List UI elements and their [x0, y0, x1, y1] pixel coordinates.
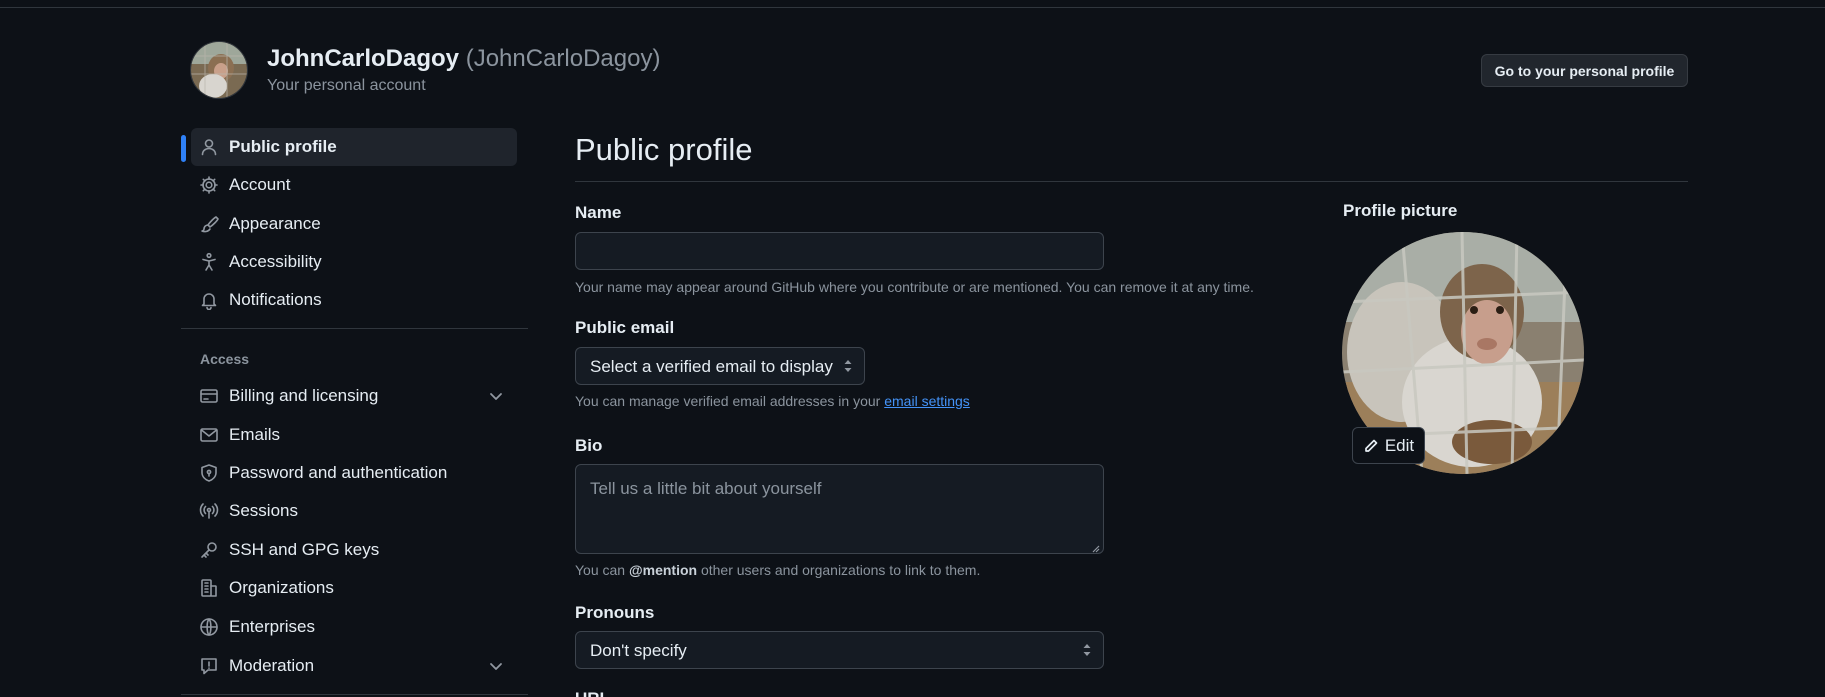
- bio-note-prefix: You can: [575, 562, 626, 578]
- avatar[interactable]: [190, 41, 248, 99]
- bio-note: You can @mention other users and organiz…: [575, 562, 980, 578]
- person-icon: [199, 137, 219, 157]
- credit-card-icon: [199, 386, 219, 406]
- bell-icon: [199, 290, 219, 310]
- sidebar-item-label: Accessibility: [229, 252, 322, 271]
- public-email-selected-value: Select a verified email to display: [590, 357, 833, 376]
- sidebar-divider: [181, 328, 528, 329]
- pencil-icon: [1364, 439, 1378, 452]
- chevron-down-icon[interactable]: [487, 387, 505, 405]
- bio-note-mention: @mention: [628, 562, 698, 578]
- pronouns-select[interactable]: Don't specify: [575, 631, 1104, 669]
- sidebar-divider: [181, 694, 528, 695]
- select-arrows-icon: [1081, 641, 1093, 659]
- url-label-partial: URL: [575, 689, 610, 697]
- report-icon: [199, 656, 219, 676]
- public-email-note: You can manage verified email addresses …: [575, 393, 970, 409]
- sidebar-item-label: Sessions: [229, 501, 298, 520]
- select-arrows-icon: [842, 357, 854, 375]
- sidebar-item-sessions[interactable]: Sessions: [191, 492, 517, 530]
- email-settings-link[interactable]: email settings: [884, 393, 970, 409]
- paintbrush-icon: [199, 214, 219, 234]
- public-email-select[interactable]: Select a verified email to display: [575, 347, 865, 385]
- pronouns-selected-value: Don't specify: [590, 641, 687, 660]
- sidebar-item-ssh-gpg-keys[interactable]: SSH and GPG keys: [191, 531, 517, 569]
- resize-grip-icon[interactable]: [1090, 540, 1100, 553]
- accessibility-icon: [199, 252, 219, 272]
- sidebar-item-label: Notifications: [229, 290, 322, 309]
- edit-profile-picture-button[interactable]: Edit: [1352, 427, 1425, 464]
- sidebar-item-label: Billing and licensing: [229, 386, 379, 405]
- bio-note-suffix: other users and organizations to link to…: [700, 562, 981, 578]
- name-note: Your name may appear around GitHub where…: [575, 279, 1254, 295]
- name-field[interactable]: [575, 232, 1104, 270]
- public-email-label: Public email: [575, 318, 675, 337]
- sidebar-item-label: Emails: [229, 425, 281, 444]
- organization-icon: [199, 578, 219, 598]
- bio-placeholder: Tell us a little bit about yourself: [590, 479, 822, 498]
- shield-lock-icon: [199, 463, 219, 483]
- sidebar-item-organizations[interactable]: Organizations: [191, 569, 517, 607]
- sidebar-item-label: Account: [229, 175, 291, 194]
- sidebar-item-label: Organizations: [229, 578, 334, 597]
- name-label: Name: [575, 203, 622, 222]
- sidebar-item-account[interactable]: Account: [191, 166, 517, 204]
- sidebar-item-public-profile[interactable]: Public profile: [191, 128, 517, 166]
- sidebar-item-accessibility[interactable]: Accessibility: [191, 243, 517, 281]
- mail-icon: [199, 425, 219, 445]
- sidebar-item-billing[interactable]: Billing and licensing: [191, 377, 517, 415]
- sidebar-item-appearance[interactable]: Appearance: [191, 205, 517, 243]
- sidebar-item-emails[interactable]: Emails: [191, 416, 517, 454]
- login-name: (JohnCarloDagoy): [465, 45, 661, 72]
- sidebar-item-notifications[interactable]: Notifications: [191, 281, 517, 319]
- sidebar-item-label: Appearance: [229, 214, 321, 233]
- sidebar-item-label: SSH and GPG keys: [229, 540, 380, 559]
- account-name: JohnCarloDagoy (JohnCarloDagoy): [267, 45, 660, 73]
- chevron-down-icon[interactable]: [487, 657, 505, 675]
- gear-icon: [199, 175, 219, 195]
- account-subtitle: Your personal account: [267, 77, 426, 94]
- sidebar-item-label: Public profile: [229, 137, 337, 156]
- display-name: JohnCarloDagoy: [267, 45, 460, 72]
- active-indicator: [181, 135, 186, 162]
- sidebar-item-password-authentication[interactable]: Password and authentication: [191, 454, 517, 492]
- sidebar-item-label: Enterprises: [229, 617, 315, 636]
- sidebar-heading-access: Access: [200, 351, 250, 367]
- pronouns-label: Pronouns: [575, 603, 655, 622]
- edit-label: Edit: [1384, 435, 1415, 455]
- sidebar-item-label: Password and authentication: [229, 463, 448, 482]
- top-border: [0, 7, 1825, 8]
- sidebar-item-moderation[interactable]: Moderation: [191, 647, 517, 685]
- key-icon: [199, 540, 219, 560]
- public-email-note-text: You can manage verified email addresses …: [575, 393, 881, 409]
- bio-label: Bio: [575, 436, 603, 455]
- page-title: Public profile: [575, 132, 753, 167]
- sidebar-item-enterprises[interactable]: Enterprises: [191, 608, 517, 646]
- title-divider: [575, 181, 1688, 182]
- go-to-personal-profile-button[interactable]: Go to your personal profile: [1481, 54, 1688, 87]
- profile-picture-label: Profile picture: [1343, 201, 1458, 220]
- globe-icon: [199, 617, 219, 637]
- bio-textarea[interactable]: Tell us a little bit about yourself: [575, 464, 1104, 554]
- sidebar-item-label: Moderation: [229, 656, 315, 675]
- broadcast-icon: [199, 501, 219, 521]
